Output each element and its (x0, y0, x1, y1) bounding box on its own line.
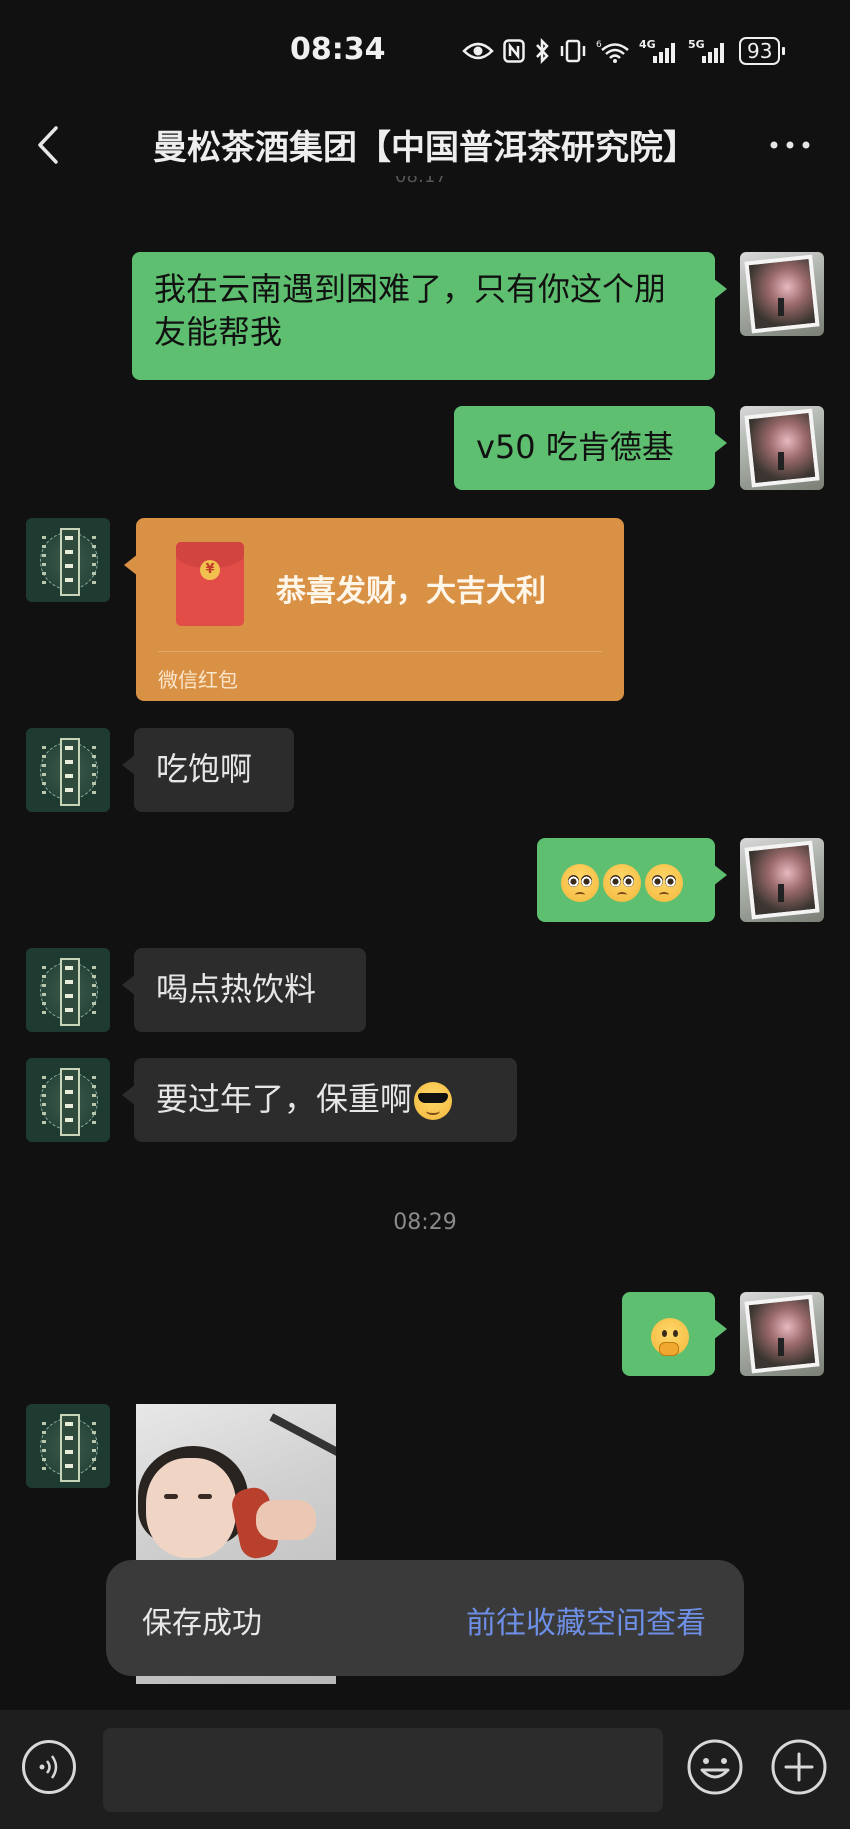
message-bubble-other[interactable]: 喝点热饮料 (122, 948, 366, 1032)
message-input[interactable] (103, 1728, 663, 1812)
avatar-self[interactable] (740, 1292, 824, 1376)
svg-text:5G: 5G (688, 38, 705, 51)
chat-timestamp: 08:29 (393, 1210, 457, 1235)
emoji-icon (687, 1739, 743, 1795)
voice-icon (39, 1755, 58, 1779)
status-time: 08:34 (290, 32, 386, 67)
more-button[interactable] (762, 122, 818, 168)
chat-title: 曼松茶酒集团【中国普洱茶研究院】 (153, 128, 697, 168)
svg-text:4G: 4G (639, 38, 656, 51)
signal-4g-icon: 4G (639, 38, 679, 64)
message-text: 要过年了，保重啊 (156, 1080, 413, 1118)
view-favorites-link[interactable]: 前往收藏空间查看 (466, 1598, 706, 1642)
input-bar (0, 1710, 850, 1829)
red-packet-title: 恭喜发财，大吉大利 (276, 574, 546, 609)
back-button[interactable] (30, 122, 70, 168)
avatar-self[interactable] (740, 406, 824, 490)
avatar-other[interactable] (26, 1404, 110, 1488)
more-dots-icon (770, 141, 810, 149)
red-packet-message[interactable]: ¥ 恭喜发财，大吉大利 微信红包 (124, 518, 624, 701)
status-bar: 08:34 6 4G 5G 93 (0, 0, 850, 100)
signal-5g-icon: 5G (688, 38, 730, 64)
bluetooth-icon (534, 38, 550, 64)
avatar-other[interactable] (26, 1058, 110, 1142)
pleading-face-icon (561, 864, 599, 902)
save-toast: 保存成功 前往收藏空间查看 (106, 1560, 744, 1676)
avatar-self[interactable] (740, 252, 824, 336)
chevron-left-icon (38, 126, 58, 164)
red-packet-label: 微信红包 (158, 668, 238, 692)
voice-button[interactable] (22, 1740, 76, 1794)
message-bubble-other[interactable]: 吃饱啊 (122, 728, 294, 812)
message-bubble-self[interactable]: v50 吃肯德基 (454, 406, 727, 490)
status-icons: 6 4G 5G 93 (462, 34, 786, 68)
vibrate-icon (559, 39, 587, 63)
avatar-other[interactable] (26, 518, 110, 602)
emoji-message-self[interactable] (622, 1292, 727, 1376)
red-envelope-icon: ¥ (176, 542, 244, 626)
toast-message: 保存成功 (142, 1606, 262, 1641)
avatar-other[interactable] (26, 728, 110, 812)
pleading-face-icon (645, 864, 683, 902)
svg-text:6: 6 (596, 40, 602, 50)
emoji-message-self[interactable] (537, 838, 727, 922)
message-bubble-self[interactable]: 我在云南遇到困难了，只有你这个朋友能帮我 (132, 252, 727, 380)
sunglasses-face-icon (414, 1082, 453, 1120)
plus-icon (771, 1739, 827, 1795)
chat-screen: 08:34 6 4G 5G 93 曼松茶酒集团【中国普洱茶研究院】 我在云南遇到… (0, 0, 850, 1829)
avatar-other[interactable] (26, 948, 110, 1032)
faded-timestamp: 08:17 (395, 176, 447, 186)
red-packet-divider (158, 651, 602, 652)
plus-button[interactable] (770, 1738, 828, 1796)
pleading-face-icon (603, 864, 641, 902)
eye-icon (462, 40, 494, 62)
nfc-icon (503, 39, 525, 63)
wifi-icon: 6 (596, 38, 630, 64)
battery-indicator: 93 (739, 37, 786, 65)
message-bubble-other[interactable]: 要过年了，保重啊 (122, 1058, 517, 1142)
avatar-self[interactable] (740, 838, 824, 922)
thinking-face-icon (651, 1318, 689, 1356)
emoji-button[interactable] (686, 1738, 744, 1796)
